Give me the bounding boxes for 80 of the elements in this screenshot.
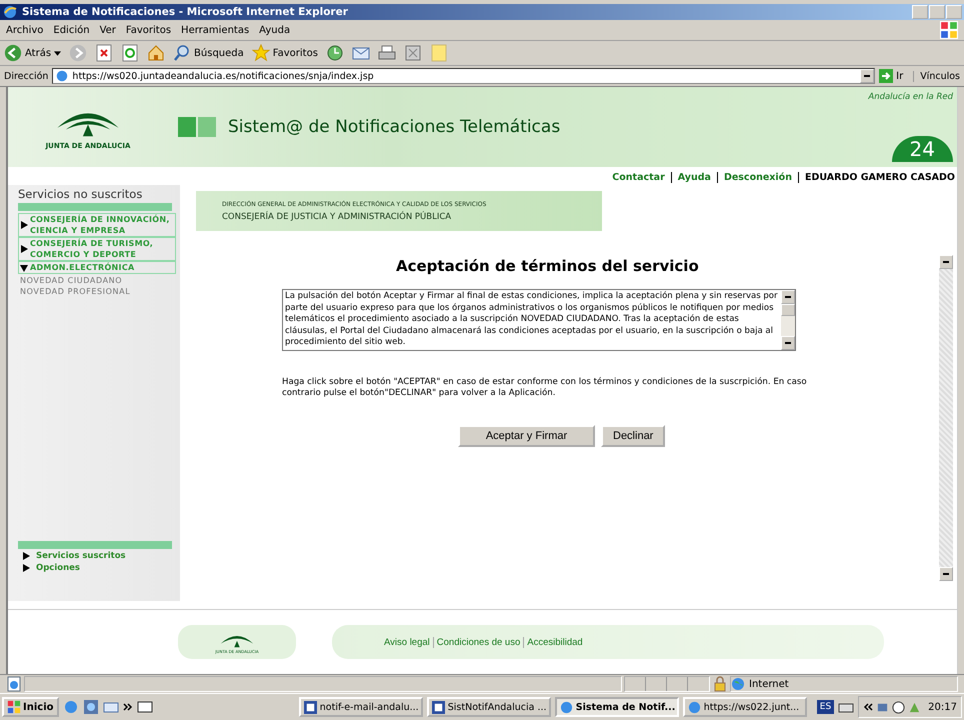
- banner-line: CONSEJERÍA DE JUSTICIA Y ADMINISTRACIÓN PÚBLICA: [222, 212, 452, 222]
- taskbar-item[interactable]: Sistema de Notif...: [554, 697, 679, 717]
- menu-item[interactable]: Archivo: [6, 24, 44, 36]
- taskbar-item[interactable]: https://ws022.junt...: [682, 697, 807, 717]
- sidebar-link[interactable]: Opciones: [36, 563, 80, 573]
- menu-item[interactable]: Favoritos: [126, 24, 172, 36]
- scrollbar[interactable]: [781, 290, 795, 350]
- header-link[interactable]: Ayuda: [670, 172, 711, 182]
- edit-icon[interactable]: [404, 44, 422, 62]
- globe-icon: [731, 677, 745, 691]
- sidebar-subitem[interactable]: NOVEDAD PROFESIONAL: [18, 285, 176, 296]
- dropdown-button[interactable]: [860, 69, 874, 83]
- footer-link[interactable]: Condiciones de uso: [432, 636, 520, 648]
- page-icon: [55, 69, 70, 83]
- accept-button[interactable]: Aceptar y Firmar: [458, 424, 595, 446]
- window-title: Sistema de Notificaciones - Microsoft Internet Explorer: [22, 6, 349, 18]
- menu-item[interactable]: Edición: [53, 24, 90, 36]
- chevron-icon[interactable]: [122, 702, 132, 712]
- language-indicator[interactable]: ES: [816, 700, 834, 714]
- stop-icon[interactable]: [95, 44, 114, 62]
- menu-item[interactable]: Ver: [100, 24, 116, 36]
- sidebar-subitem[interactable]: NOVEDAD CIUDADANO: [18, 274, 176, 285]
- start-button[interactable]: Inicio: [2, 697, 58, 717]
- browser-icon[interactable]: [62, 699, 78, 715]
- address-field[interactable]: https://ws020.juntadeandalucia.es/notificaciones/snja/index.jsp: [52, 68, 876, 84]
- maximize-button[interactable]: [929, 5, 945, 19]
- squares-icon: [178, 117, 218, 137]
- page-scrollbar[interactable]: [939, 255, 953, 581]
- site-title: Sistem@ de Notificaciones Telemáticas: [228, 117, 562, 137]
- sidebar-item-label: CONSEJERÍA DE TURISMO, COMERCIO Y DEPORTE: [30, 238, 154, 260]
- footer-link[interactable]: Accesibilidad: [523, 636, 583, 648]
- desktop-icon[interactable]: [136, 699, 152, 715]
- minimize-button[interactable]: [912, 5, 928, 19]
- address-label: Dirección: [4, 70, 48, 82]
- badge-caption: Andalucía en la Red: [868, 92, 953, 102]
- windows-logo-icon: [7, 700, 21, 714]
- search-icon: [173, 44, 192, 62]
- close-button[interactable]: [946, 5, 962, 19]
- header-link[interactable]: Desconexión: [716, 172, 792, 182]
- decline-button[interactable]: Declinar: [601, 424, 666, 446]
- browser-icon: [560, 700, 573, 714]
- header-link[interactable]: Contactar: [612, 172, 665, 182]
- back-button[interactable]: Atrás: [4, 44, 62, 62]
- go-button[interactable]: Ir: [879, 69, 910, 83]
- favorites-button[interactable]: Favoritos: [252, 44, 318, 62]
- forward-button[interactable]: [69, 44, 88, 62]
- zone-label: Internet: [749, 678, 789, 690]
- taskbar-item[interactable]: notif-e-mail-andalu...: [298, 697, 423, 717]
- refresh-icon[interactable]: [121, 44, 140, 62]
- chevron-icon[interactable]: [863, 702, 874, 712]
- terms-text: La pulsación del botón Aceptar y Firmar al final de estas condiciones, implica la aceptación plena y sin reservas por parte del usuario expreso para que los órganos administrativos o los organismos públicos le notifiquen por medios telemáticos el procedimiento asociado a la suscripción NOVEDAD CIUDADANO. Tras la aceptación de estas cláusulas, el Portal del Ciudadano almacenará las condiciones aceptadas por el usuario, en la suscripción o baja al procedimiento del sitio web.: [284, 290, 778, 349]
- instructions-text: Haga click sobre el botón "ACEPTAR" en caso de estar conforme con los términos y condiciones de la suscrpición. En caso contrario pulse el botón"DECLINAR" para volver a la Aplicación.: [282, 376, 808, 398]
- document-icon: [432, 700, 445, 714]
- footer-link[interactable]: Aviso legal: [384, 636, 430, 648]
- print-icon[interactable]: [378, 44, 396, 62]
- home-icon[interactable]: [147, 44, 166, 62]
- sidebar-item-label: ADMON.ELECTRÓNICA: [30, 262, 134, 273]
- windows-logo-icon: [940, 21, 958, 39]
- browser-icon: [688, 700, 701, 714]
- sidebar-item-label: CONSEJERÍA DE INNOVACIÓN, CIENCIA Y EMPRESA: [30, 214, 171, 236]
- user-name: EDUARDO GAMERO CASADO: [798, 172, 955, 182]
- menu-item[interactable]: Herramientas: [181, 24, 250, 36]
- links-button[interactable]: Vínculos: [913, 70, 960, 82]
- history-icon[interactable]: [326, 44, 344, 62]
- lock-icon: [712, 676, 728, 692]
- search-button[interactable]: Búsqueda: [173, 44, 244, 62]
- taskbar-item[interactable]: SistNotifAndalucia ...: [426, 697, 551, 717]
- browser-icon: [2, 4, 18, 20]
- star-icon: [252, 44, 270, 62]
- clock: 20:17: [928, 702, 957, 712]
- sidebar-heading: Servicios no suscritos: [18, 187, 144, 201]
- go-arrow-icon: [879, 69, 894, 83]
- caret-icon: [54, 50, 62, 56]
- sidebar-link[interactable]: Servicios suscritos: [36, 551, 126, 561]
- circle-icon[interactable]: [892, 700, 906, 714]
- menu-item[interactable]: Ayuda: [259, 24, 290, 36]
- document-icon: [304, 700, 317, 714]
- globe-icon[interactable]: [82, 699, 98, 715]
- page-heading: Aceptación de términos del servicio: [396, 257, 699, 275]
- region-badge: 24: [892, 136, 953, 162]
